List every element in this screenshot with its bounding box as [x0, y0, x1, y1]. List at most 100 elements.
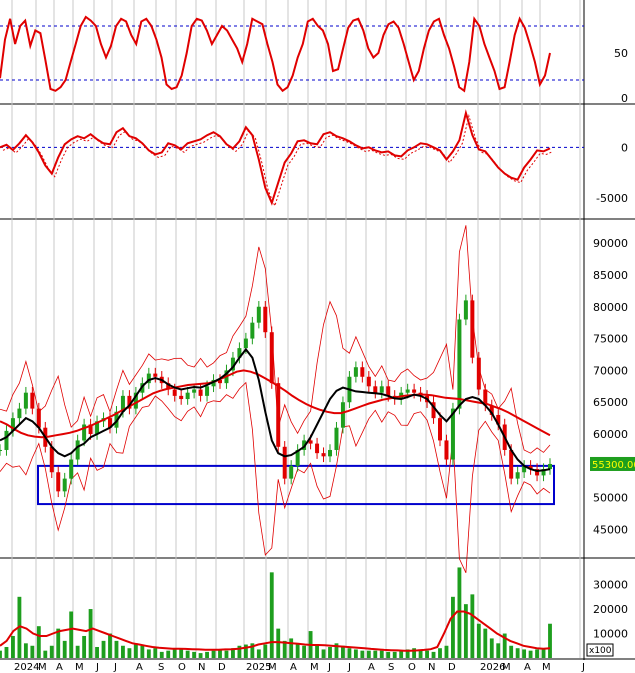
volume-bar	[347, 648, 352, 658]
candle-body	[185, 392, 190, 400]
month-label: M	[502, 662, 511, 673]
volume-bar	[489, 638, 494, 658]
price-tick-label: 60000	[593, 428, 628, 441]
volume-bar	[153, 648, 158, 658]
month-labels: 2024M A M J J A S O N D 2025M A M J J A S O N D 2026M A M J	[14, 662, 585, 673]
volume-bar	[392, 651, 397, 658]
month-label: N	[428, 662, 435, 673]
candle-body	[509, 449, 514, 479]
month-label: O	[408, 662, 416, 673]
month-label: M	[542, 662, 551, 673]
month-label: M	[75, 662, 84, 673]
volume-bar	[36, 626, 41, 658]
candle-body	[444, 440, 449, 460]
volume-bar	[43, 650, 48, 658]
candle-body	[62, 478, 67, 492]
month-label: 2024	[14, 662, 39, 673]
candle-body	[69, 459, 74, 479]
volume-bar	[269, 572, 274, 658]
month-label: N	[198, 662, 205, 673]
candle-body	[379, 386, 384, 393]
momentum-line	[0, 109, 551, 206]
volume-bar	[515, 648, 520, 658]
volume-bar	[276, 628, 281, 658]
candle-body	[366, 376, 371, 387]
volume-bar	[133, 643, 138, 658]
candle-body	[4, 430, 9, 450]
momentum-tick-label: -5000	[596, 192, 628, 205]
volume-bars	[0, 567, 552, 658]
volume-bar	[315, 645, 319, 658]
volume-tick-label: 10000	[593, 628, 628, 641]
last-price-label: 55300.00	[592, 460, 635, 471]
candle-body	[548, 463, 552, 470]
price-tick-label: 45000	[593, 524, 628, 537]
price-tick-label: 75000	[593, 333, 628, 346]
volume-bar	[166, 650, 171, 658]
price-tick-label: 85000	[593, 269, 628, 282]
volume-bar	[108, 633, 112, 658]
month-label: S	[388, 662, 394, 673]
volume-bar	[211, 650, 216, 658]
volume-bar	[328, 646, 332, 658]
support-zone-box	[37, 464, 555, 506]
volume-bar	[425, 650, 429, 658]
month-label: A	[368, 662, 375, 673]
candle-body	[353, 367, 358, 377]
candle-body	[457, 319, 462, 409]
month-label: A	[136, 662, 143, 673]
volume-bar	[483, 628, 488, 658]
month-label: M	[310, 662, 319, 673]
volume-bar	[140, 645, 145, 658]
tick-labels: 50 0 0 -5000 90000 85000 80000 75000 70000 65000 6…	[586, 47, 635, 657]
volume-bar	[496, 643, 501, 658]
price-tick-label: 80000	[593, 301, 628, 314]
candle-body	[476, 357, 481, 390]
volume-bar	[528, 650, 533, 658]
candle-body	[438, 418, 442, 441]
month-label: D	[448, 662, 456, 673]
candle-body	[198, 389, 203, 396]
candle-body	[276, 383, 281, 447]
volume-bar	[373, 650, 378, 658]
volume-bar	[438, 648, 442, 658]
candle-body	[360, 367, 365, 377]
price-tick-label: 50000	[593, 492, 628, 505]
candle-body	[49, 446, 54, 473]
month-label: J	[581, 662, 585, 673]
volume-bar	[360, 650, 365, 658]
month-label: J	[327, 662, 331, 673]
candle-body	[56, 472, 61, 492]
chart-canvas: 50 0 0 -5000 90000 85000 80000 75000 70000 65000 6…	[0, 0, 635, 673]
candle-body	[405, 389, 410, 393]
candle-body	[373, 386, 378, 393]
volume-bar	[185, 650, 190, 658]
bollinger-lower-line	[0, 381, 551, 573]
volume-bar	[192, 651, 197, 658]
month-label: D	[218, 662, 226, 673]
candle-body	[172, 389, 177, 396]
month-label: A	[524, 662, 531, 673]
gridlines	[11, 0, 581, 658]
candle-body	[515, 472, 520, 479]
volume-bar	[470, 594, 475, 658]
volume-bar	[4, 646, 9, 658]
volume-bar	[114, 640, 119, 658]
volume-bar	[548, 623, 552, 658]
volume-bar	[75, 645, 80, 658]
candle-body	[334, 427, 339, 450]
month-label: S	[158, 662, 164, 673]
candle-body	[328, 449, 332, 457]
candle-body	[153, 373, 158, 377]
short-moving-average	[0, 347, 551, 473]
volume-bar	[263, 644, 268, 658]
volume-bar	[386, 651, 391, 658]
volume-unit-label: x100	[589, 646, 612, 656]
candle-body	[23, 392, 28, 409]
price-tick-label: 65000	[593, 396, 628, 409]
bollinger-upper-line	[0, 225, 551, 454]
volume-bar	[159, 651, 164, 658]
volume-bar	[418, 650, 423, 658]
price-tick-label: 70000	[593, 364, 628, 377]
candle-body	[321, 453, 326, 457]
